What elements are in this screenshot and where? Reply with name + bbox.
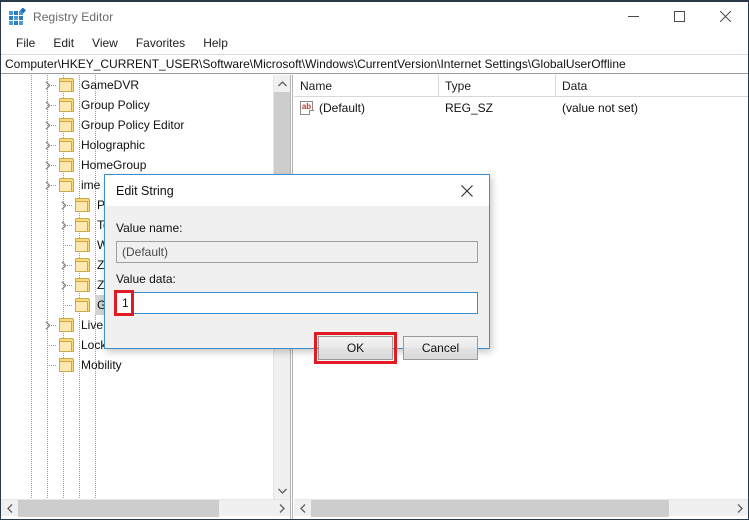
scroll-left-icon[interactable] xyxy=(294,500,311,517)
scroll-down-icon[interactable] xyxy=(274,482,290,499)
tree-item-label: Mobility xyxy=(81,358,122,372)
chevron-right-icon[interactable] xyxy=(57,255,71,275)
table-row[interactable]: ab (Default) REG_SZ (value not set) xyxy=(294,97,748,119)
menu-item-edit[interactable]: Edit xyxy=(44,33,83,53)
tree-item-mobility[interactable]: Mobility xyxy=(1,355,273,375)
address-bar[interactable]: Computer\HKEY_CURRENT_USER\Software\Micr… xyxy=(1,54,748,74)
tree-item-group-policy[interactable]: Group Policy xyxy=(1,95,273,115)
menu-item-view[interactable]: View xyxy=(83,33,127,53)
scroll-left-icon[interactable] xyxy=(1,500,18,517)
folder-icon xyxy=(75,278,92,292)
menu-item-favorites[interactable]: Favorites xyxy=(127,33,194,53)
tree-item-label: Live xyxy=(81,318,104,332)
chevron-right-icon[interactable] xyxy=(57,275,71,295)
minimize-icon[interactable] xyxy=(610,2,656,31)
menu-item-file[interactable]: File xyxy=(7,33,44,53)
title-bar: Registry Editor xyxy=(1,2,748,31)
tree-item-label: HomeGroup xyxy=(81,158,147,172)
cancel-button[interactable]: Cancel xyxy=(403,336,478,360)
tree-item-label: GameDVR xyxy=(81,78,140,92)
dialog-title: Edit String xyxy=(116,183,174,198)
folder-icon xyxy=(59,118,76,132)
chevron-right-icon[interactable] xyxy=(41,135,55,155)
folder-icon xyxy=(59,138,76,152)
registry-path: Computer\HKEY_CURRENT_USER\Software\Micr… xyxy=(5,57,626,71)
values-row-list: ab (Default) REG_SZ (value not set) xyxy=(294,97,748,119)
values-column-headers: Name Type Data xyxy=(294,75,748,97)
folder-icon xyxy=(59,318,76,332)
column-header-data[interactable]: Data xyxy=(556,75,731,97)
value-name-cell: ab (Default) xyxy=(294,97,439,119)
tree-item-label: ime xyxy=(81,178,101,192)
tree-item-label: Group Policy xyxy=(81,98,150,112)
value-name-text: (Default) xyxy=(319,101,366,115)
window-title: Registry Editor xyxy=(33,9,114,24)
folder-icon xyxy=(75,298,92,312)
chevron-right-icon[interactable] xyxy=(41,75,55,95)
value-data-input[interactable]: 1 xyxy=(116,292,478,314)
maximize-icon[interactable] xyxy=(656,2,702,31)
menu-bar: File Edit View Favorites Help xyxy=(1,31,748,54)
folder-icon xyxy=(75,258,92,272)
folder-icon xyxy=(59,78,76,92)
scroll-up-icon[interactable] xyxy=(274,75,290,92)
registry-editor-window: Registry Editor File Edit View Favorites… xyxy=(0,0,749,520)
folder-icon xyxy=(59,158,76,172)
tree-item-label: Holographic xyxy=(81,138,146,152)
column-header-type[interactable]: Type xyxy=(439,75,556,97)
folder-icon xyxy=(59,98,76,112)
value-data-cell: (value not set) xyxy=(562,101,639,115)
chevron-right-icon[interactable] xyxy=(41,175,55,195)
value-data-value: 1 xyxy=(122,296,129,310)
tree-item-homegroup[interactable]: HomeGroup xyxy=(1,155,273,175)
close-icon[interactable] xyxy=(702,2,748,31)
close-icon[interactable] xyxy=(444,175,489,206)
tree-item-gamedvr[interactable]: GameDVR xyxy=(1,75,273,95)
scroll-right-icon[interactable] xyxy=(273,500,290,517)
value-name-value: (Default) xyxy=(122,245,169,259)
chevron-right-icon[interactable] xyxy=(41,115,55,135)
folder-icon xyxy=(75,238,92,252)
chevron-right-icon[interactable] xyxy=(41,155,55,175)
folder-icon xyxy=(75,218,92,232)
registry-editor-icon xyxy=(9,7,26,25)
folder-icon xyxy=(75,198,92,212)
chevron-right-icon[interactable] xyxy=(41,315,55,335)
edit-string-dialog: Edit String Value name: (Default) Value … xyxy=(104,174,490,364)
column-header-name[interactable]: Name xyxy=(294,75,439,97)
value-name-input: (Default) xyxy=(116,241,478,263)
folder-icon xyxy=(59,178,76,192)
tree-item-group-policy-editor[interactable]: Group Policy Editor xyxy=(1,115,273,135)
chevron-right-icon[interactable] xyxy=(57,215,71,235)
dialog-body: Value name: (Default) Value data: 1 OK C… xyxy=(105,206,489,364)
menu-item-help[interactable]: Help xyxy=(194,33,237,53)
tree-item-label: Group Policy Editor xyxy=(81,118,185,132)
values-hscroll-thumb[interactable] xyxy=(311,500,669,517)
scroll-right-icon[interactable] xyxy=(731,500,748,517)
value-data-label: Value data: xyxy=(116,272,176,286)
folder-icon xyxy=(59,338,76,352)
chevron-right-icon[interactable] xyxy=(41,95,55,115)
chevron-right-icon[interactable] xyxy=(57,195,71,215)
dialog-title-bar: Edit String xyxy=(105,175,489,206)
values-horizontal-scrollbar[interactable] xyxy=(294,499,748,517)
window-controls xyxy=(610,2,748,31)
value-name-label: Value name: xyxy=(116,221,183,235)
tree-horizontal-scrollbar[interactable] xyxy=(1,499,290,517)
string-value-icon: ab xyxy=(300,101,314,115)
folder-icon xyxy=(59,358,76,372)
tree-hscroll-thumb[interactable] xyxy=(18,500,219,517)
tree-item-holographic[interactable]: Holographic xyxy=(1,135,273,155)
value-type-cell: REG_SZ xyxy=(445,101,494,115)
ok-button[interactable]: OK xyxy=(318,336,393,360)
